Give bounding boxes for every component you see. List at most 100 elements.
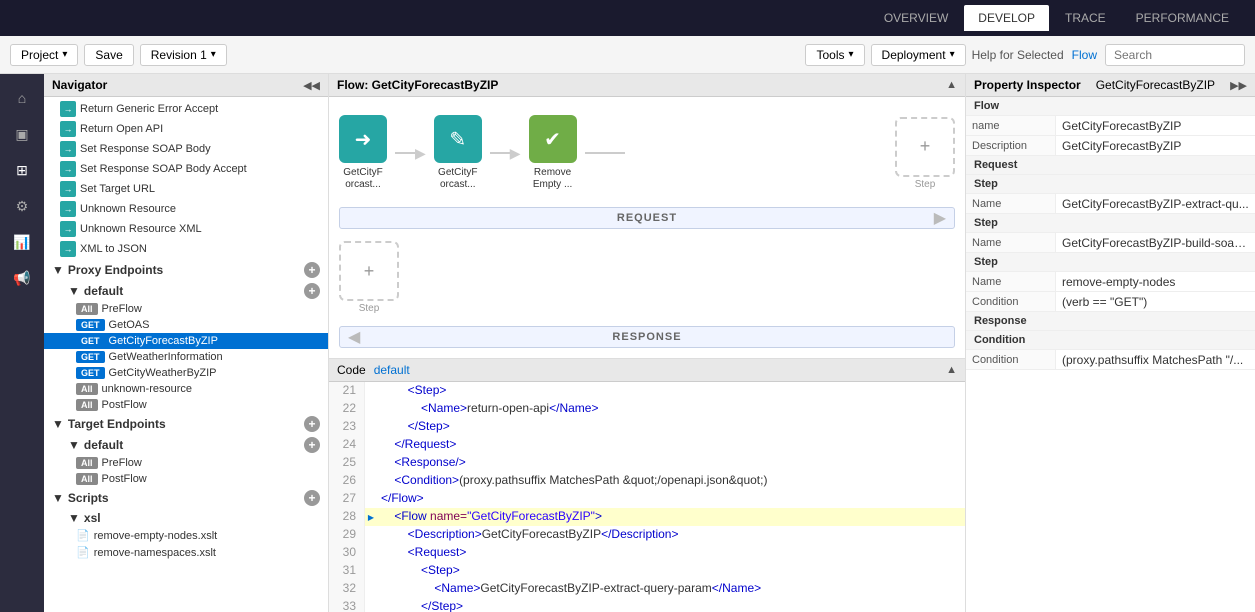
nav-item-set-response-soap[interactable]: → Set Response SOAP Body <box>44 139 328 159</box>
target-default-section[interactable]: ▼ default + <box>44 435 328 455</box>
add-step-button[interactable]: + <box>895 117 955 177</box>
nav-item-icon: → <box>60 121 76 137</box>
add-proxy-default-btn[interactable]: + <box>304 283 320 299</box>
prop-section-step2: Step <box>966 214 1255 233</box>
code-line-28: 28 ▶ <Flow name="GetCityForecastByZIP"> <box>329 508 965 526</box>
nav-item-icon: → <box>60 161 76 177</box>
code-line-22: 22 <Name>return-open-api</Name> <box>329 400 965 418</box>
flow-arrow-1: ▶ <box>395 145 426 162</box>
nav-item-icon: → <box>60 101 76 117</box>
code-line-25: 25 <Response/> <box>329 454 965 472</box>
response-arrow-icon: ◀ <box>348 327 360 347</box>
nav-postflow-target[interactable]: All PostFlow <box>44 471 328 487</box>
collapse-code-btn[interactable]: ▲ <box>946 364 957 376</box>
property-inspector-title: Property Inspector <box>974 78 1081 92</box>
api-icon[interactable]: ⊞ <box>6 154 38 186</box>
property-flow-name: GetCityForecastByZIP <box>1096 78 1215 92</box>
step-label-3: RemoveEmpty ... <box>533 167 572 191</box>
nav-item-unknown-resource-xml[interactable]: → Unknown Resource XML <box>44 219 328 239</box>
plus-icon-bottom: + <box>364 261 375 282</box>
toolbar: Project Save Revision 1 Tools Deployment… <box>0 36 1255 74</box>
target-endpoints-section[interactable]: ▼ Target Endpoints + <box>44 413 328 435</box>
nav-preflow-proxy[interactable]: All PreFlow <box>44 301 328 317</box>
revision-dropdown[interactable]: Revision 1 <box>140 44 227 66</box>
property-content: Flow name GetCityForecastByZIP Descripti… <box>966 97 1255 612</box>
code-line-29: 29 <Description>GetCityForecastByZIP</De… <box>329 526 965 544</box>
flow-arrow-2: ▶ <box>490 145 521 162</box>
nav-item-return-open-api[interactable]: → Return Open API <box>44 119 328 139</box>
home-icon[interactable]: ⌂ <box>6 82 38 114</box>
develop-tab[interactable]: DEVELOP <box>964 5 1049 31</box>
xsl-section[interactable]: ▼ xsl <box>44 509 328 527</box>
nav-item-icon: → <box>60 141 76 157</box>
nav-unknown-resource[interactable]: All unknown-resource <box>44 381 328 397</box>
settings-icon[interactable]: ⚙ <box>6 190 38 222</box>
navigator-header: Navigator ◀◀ <box>44 74 328 97</box>
flow-canvas: ➜ GetCityForcast... ▶ ✎ GetCityForcast..… <box>329 97 965 359</box>
flow-arrow-3 <box>585 152 625 154</box>
flow-title: Flow: GetCityForecastByZIP <box>337 78 498 92</box>
code-line-30: 30 <Request> <box>329 544 965 562</box>
search-input[interactable] <box>1105 44 1245 66</box>
save-button[interactable]: Save <box>84 44 133 66</box>
nav-item-unknown-resource[interactable]: → Unknown Resource <box>44 199 328 219</box>
navigator-list: → Return Generic Error Accept → Return O… <box>44 97 328 612</box>
request-label: REQUEST <box>352 212 942 224</box>
nav-getweatherinformation[interactable]: GET GetWeatherInformation <box>44 349 328 365</box>
nav-remove-empty-nodes[interactable]: 📄 remove-empty-nodes.xslt <box>44 527 328 544</box>
nav-item-set-target-url[interactable]: → Set Target URL <box>44 179 328 199</box>
plus-icon: + <box>920 136 931 157</box>
publish-icon[interactable]: 📢 <box>6 262 38 294</box>
collapse-icon: ▼ <box>52 263 64 277</box>
performance-tab[interactable]: PERFORMANCE <box>1122 5 1243 31</box>
collapse-property-btn[interactable]: ▶▶ <box>1230 79 1247 92</box>
prop-section-flow: Flow <box>966 97 1255 116</box>
code-area: Code default ▲ 21 <Step> 22 <Name>return… <box>329 359 965 612</box>
overview-tab[interactable]: OVERVIEW <box>870 5 962 31</box>
main-area: ⌂ ▣ ⊞ ⚙ 📊 📢 Navigator ◀◀ → Return Generi… <box>0 74 1255 612</box>
code-default-label[interactable]: default <box>374 363 410 377</box>
nav-remove-namespaces[interactable]: 📄 remove-namespaces.xslt <box>44 544 328 561</box>
top-navigation: OVERVIEW DEVELOP TRACE PERFORMANCE <box>0 0 1255 36</box>
step-getcityf-1[interactable]: ➜ GetCityForcast... <box>339 115 387 191</box>
add-target-endpoint-btn[interactable]: + <box>304 416 320 432</box>
analytics-icon[interactable]: 📊 <box>6 226 38 258</box>
code-line-32: 32 <Name>GetCityForecastByZIP-extract-qu… <box>329 580 965 598</box>
collapse-navigator-btn[interactable]: ◀◀ <box>303 79 320 92</box>
nav-item-return-generic[interactable]: → Return Generic Error Accept <box>44 99 328 119</box>
sidebar-icons: ⌂ ▣ ⊞ ⚙ 📊 📢 <box>0 74 44 612</box>
step-remove-empty[interactable]: ✔ RemoveEmpty ... <box>529 115 577 191</box>
navigator-title: Navigator <box>52 78 107 92</box>
nav-postflow-proxy[interactable]: All PostFlow <box>44 397 328 413</box>
nav-getoas[interactable]: GET GetOAS <box>44 317 328 333</box>
collapse-flow-btn[interactable]: ▲ <box>946 79 957 91</box>
proxy-default-section[interactable]: ▼ default + <box>44 281 328 301</box>
project-dropdown[interactable]: Project <box>10 44 78 66</box>
deployment-dropdown[interactable]: Deployment <box>871 44 966 66</box>
trace-tab[interactable]: TRACE <box>1051 5 1120 31</box>
tools-dropdown[interactable]: Tools <box>805 44 864 66</box>
step-icon-1: ➜ <box>339 115 387 163</box>
step-label-2: GetCityForcast... <box>438 167 477 191</box>
nav-preflow-target[interactable]: All PreFlow <box>44 455 328 471</box>
response-label: RESPONSE <box>352 331 942 343</box>
help-link[interactable]: Flow <box>1072 48 1097 62</box>
prop-row-name: name GetCityForecastByZIP <box>966 116 1255 136</box>
step-getcityf-2[interactable]: ✎ GetCityForcast... <box>434 115 482 191</box>
nav-item-xml-to-json[interactable]: → XML to JSON <box>44 239 328 259</box>
help-text: Help for Selected <box>972 48 1064 62</box>
code-content[interactable]: 21 <Step> 22 <Name>return-open-api</Name… <box>329 382 965 612</box>
package-icon[interactable]: ▣ <box>6 118 38 150</box>
add-proxy-endpoint-btn[interactable]: + <box>304 262 320 278</box>
add-step-bottom-button[interactable]: + <box>339 241 399 301</box>
add-target-default-btn[interactable]: + <box>304 437 320 453</box>
add-step-label: Step <box>915 179 936 190</box>
nav-getcityforecastbyzip[interactable]: GET GetCityForecastByZIP <box>44 333 328 349</box>
nav-item-set-response-soap-accept[interactable]: → Set Response SOAP Body Accept <box>44 159 328 179</box>
nav-getcityweatherbyzip[interactable]: GET GetCityWeatherByZIP <box>44 365 328 381</box>
code-line-27: 27 </Flow> <box>329 490 965 508</box>
proxy-endpoints-section[interactable]: ▼ Proxy Endpoints + <box>44 259 328 281</box>
add-script-btn[interactable]: + <box>304 490 320 506</box>
scripts-section[interactable]: ▼ Scripts + <box>44 487 328 509</box>
code-line-33: 33 </Step> <box>329 598 965 612</box>
